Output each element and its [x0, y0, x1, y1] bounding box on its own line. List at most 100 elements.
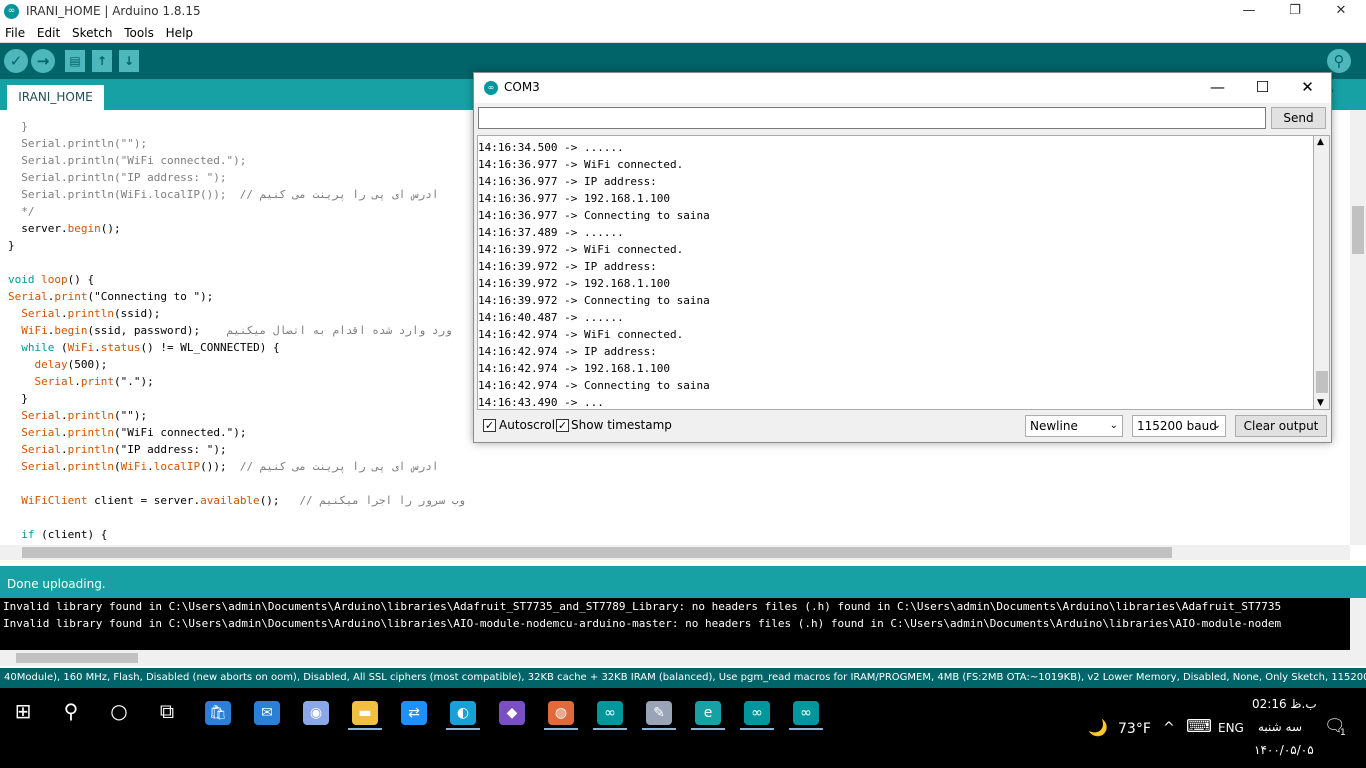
serial-monitor-button[interactable]: ⚲	[1327, 49, 1351, 73]
serial-line: 14:16:39.972 -> Connecting to saina	[478, 294, 710, 307]
weather-icon[interactable]: 🌙	[1088, 718, 1108, 737]
code-token: // ادرس ای پی را پرینت می کنیم	[239, 460, 439, 473]
new-sketch-button[interactable]: ▤	[65, 50, 85, 72]
scroll-down-icon[interactable]: ▼	[1317, 398, 1324, 408]
editor-horizontal-scrollbar[interactable]	[0, 545, 1350, 560]
code-token: ();	[259, 494, 300, 507]
scrollbar-thumb[interactable]	[22, 547, 1172, 558]
mail-icon[interactable]: ✉	[244, 692, 290, 730]
open-sketch-button[interactable]: ↑	[92, 50, 112, 72]
clear-output-button[interactable]: Clear output	[1235, 415, 1327, 437]
arduino-icon[interactable]: ∞	[587, 692, 633, 730]
timestamp-checkbox[interactable]: ✓	[556, 419, 569, 432]
serial-output: 14:16:34.500 -> ...... 14:16:36.977 -> Wi…	[477, 135, 1315, 410]
upload-button[interactable]: →	[31, 49, 55, 73]
serial-line: 14:16:36.977 -> WiFi connected.	[478, 158, 684, 171]
share-icon[interactable]: ⇄	[391, 692, 437, 730]
code-token: Serial	[21, 409, 61, 422]
keyboard-icon[interactable]: ⌨	[1186, 716, 1212, 737]
code-token: print	[80, 375, 114, 388]
save-sketch-button[interactable]: ↓	[119, 50, 139, 72]
edge-icon[interactable]: ◐	[440, 692, 486, 730]
mail-icon-glyph: ✉	[254, 700, 280, 725]
visual-studio-icon-glyph: ◆	[499, 700, 525, 725]
chevron-down-icon: ⌄	[1109, 420, 1118, 431]
serial-vertical-scrollbar[interactable]: ▲ ▼	[1313, 135, 1330, 410]
serial-send-input[interactable]	[478, 107, 1266, 129]
code-token: delay	[34, 358, 68, 371]
console-vertical-scrollbar[interactable]	[1350, 598, 1366, 650]
autoscroll-checkbox[interactable]: ✓	[483, 419, 496, 432]
menu-file[interactable]: File	[2, 24, 28, 42]
code-token: .	[61, 460, 68, 473]
browser-icon-glyph: ◍	[548, 700, 574, 725]
menu-sketch[interactable]: Sketch	[69, 24, 115, 42]
line-ending-select[interactable]: Newline ⌄	[1025, 415, 1123, 437]
temperature[interactable]: 73°F	[1118, 721, 1151, 737]
code-line: Serial.print("Connecting to ");	[8, 288, 213, 305]
clock-date[interactable]: ۱۴۰۰/۰۵/۰۵	[1254, 743, 1314, 757]
task-view-icon[interactable]: ⧉	[144, 692, 190, 730]
menu-edit[interactable]: Edit	[34, 24, 63, 42]
serial-monitor-window: ∞ COM3 — ☐ ✕ Send 14:16:34.500 -> ......…	[473, 72, 1332, 443]
minimize-button[interactable]: —	[1226, 0, 1272, 24]
scrollbar-thumb[interactable]	[1352, 206, 1364, 254]
code-line: Serial.println("WiFi connected.");	[8, 152, 246, 169]
scrollbar-thumb[interactable]	[1316, 371, 1328, 393]
cortana-icon[interactable]: ○	[96, 692, 142, 730]
visual-studio-icon[interactable]: ◆	[489, 692, 535, 730]
serial-maximize-button[interactable]: ☐	[1240, 73, 1285, 101]
scroll-up-icon[interactable]: ▲	[1317, 137, 1324, 147]
arduino-icon-3[interactable]: ∞	[783, 692, 829, 730]
arduino-icon-2[interactable]: ∞	[734, 692, 780, 730]
search-icon[interactable]: ⚲	[48, 692, 94, 730]
code-token: */	[8, 205, 35, 218]
browser-icon[interactable]: ◍	[538, 692, 584, 730]
paint-icon[interactable]: ✎	[636, 692, 682, 730]
restore-button[interactable]: ❐	[1272, 0, 1318, 24]
e-icon[interactable]: e	[685, 692, 731, 730]
start-icon[interactable]: ⊞	[0, 692, 46, 730]
scrollbar-thumb[interactable]	[16, 653, 138, 663]
code-token: ("");	[113, 409, 148, 422]
explorer-icon[interactable]: ▬	[342, 692, 388, 730]
editor-vertical-scrollbar[interactable]	[1350, 110, 1366, 545]
code-token: .	[94, 341, 101, 354]
store-icon[interactable]: 🛍	[195, 692, 241, 730]
serial-close-button[interactable]: ✕	[1285, 73, 1330, 101]
code-line: if (client) {	[8, 526, 107, 543]
tab-irani-home[interactable]: IRANI_HOME	[7, 85, 104, 110]
clock-time[interactable]: 02:16 ب.ظ	[1252, 697, 1317, 711]
code-token: ("IP address: ");	[113, 443, 227, 456]
code-token: Serial	[21, 443, 61, 456]
serial-line: 14:16:36.977 -> Connecting to saina	[478, 209, 710, 222]
menu-help[interactable]: Help	[163, 24, 196, 42]
clock-day[interactable]: سه شنبه	[1258, 720, 1302, 734]
chevron-up-icon[interactable]: ^	[1163, 720, 1175, 736]
baud-select[interactable]: 115200 baud ⌄	[1132, 415, 1226, 437]
app-titlebar: ∞ IRANI_HOME | Arduino 1.8.15 — ❐ ✕	[0, 0, 1366, 24]
code-token: WiFi	[21, 324, 48, 337]
verify-button[interactable]: ✓	[4, 49, 28, 73]
serial-line: 14:16:39.972 -> 192.168.1.100	[478, 277, 671, 290]
code-line: WiFiClient client = server.available(); …	[8, 492, 465, 509]
share-icon-glyph: ⇄	[401, 700, 427, 725]
close-button[interactable]: ✕	[1318, 0, 1364, 24]
chrome-icon[interactable]: ◉	[293, 692, 339, 730]
language-indicator[interactable]: ENG	[1218, 721, 1244, 735]
serial-minimize-button[interactable]: —	[1195, 73, 1240, 101]
menu-tools[interactable]: Tools	[121, 24, 157, 42]
console-horizontal-scrollbar[interactable]	[0, 650, 1366, 666]
status-bar: Done uploading.	[0, 566, 1366, 598]
send-button[interactable]: Send	[1271, 107, 1326, 129]
code-line: }	[8, 118, 28, 135]
code-token: println	[67, 409, 114, 422]
code-line: Serial.println("WiFi connected.");	[8, 424, 246, 441]
code-token: Serial	[21, 426, 61, 439]
serial-line: 14:16:43.490 -> ...	[478, 396, 604, 409]
